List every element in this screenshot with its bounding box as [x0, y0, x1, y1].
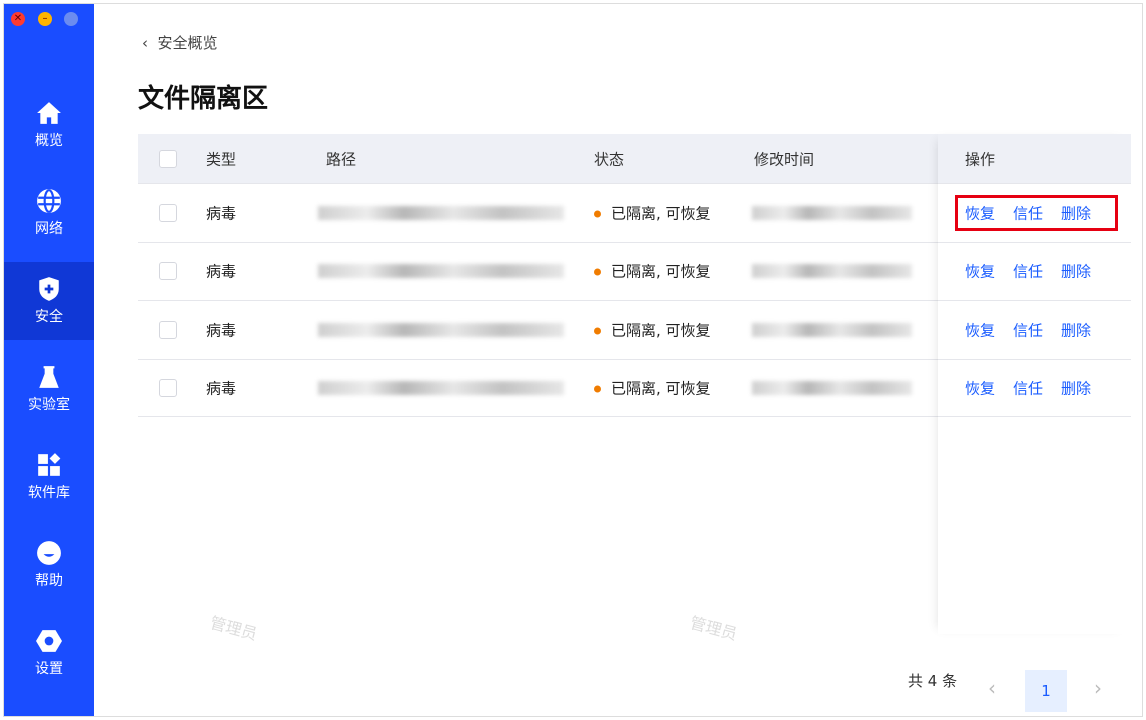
prev-page-button[interactable]: ‹ — [988, 676, 996, 700]
status-text: 已隔离, 可恢复 — [611, 321, 711, 340]
minimize-button[interactable]: – — [38, 12, 52, 26]
type-cell: 病毒 — [206, 204, 237, 223]
sidebar-item-3[interactable]: 实验室 — [4, 350, 94, 428]
modified-cell-redacted — [752, 205, 912, 220]
sidebar-item-5[interactable]: 帮助 — [4, 526, 94, 604]
globe-icon — [36, 188, 62, 214]
path-cell-redacted — [318, 205, 564, 220]
back-label: 安全概览 — [157, 34, 218, 52]
type-cell: 病毒 — [206, 321, 237, 340]
row-checkbox[interactable] — [159, 262, 177, 281]
sidebar-item-label: 帮助 — [35, 573, 63, 589]
status-cell: 已隔离, 可恢复 — [594, 261, 711, 282]
status-text: 已隔离, 可恢复 — [611, 262, 711, 281]
total-count: 共 4 条 — [908, 672, 958, 690]
chevron-left-icon: ‹ — [142, 34, 158, 52]
modified-cell-redacted — [752, 322, 912, 337]
apps-icon — [36, 452, 62, 478]
type-cell: 病毒 — [206, 379, 237, 398]
path-cell-redacted — [318, 322, 564, 337]
sidebar-item-label: 概览 — [35, 133, 63, 149]
zoom-button[interactable] — [64, 12, 78, 26]
status-dot-icon — [594, 327, 601, 335]
sidebar-item-label: 设置 — [35, 661, 63, 677]
page-1-button[interactable]: 1 — [1025, 670, 1067, 712]
path-cell-redacted — [318, 380, 564, 395]
row-checkbox[interactable] — [159, 378, 177, 397]
row-checkbox[interactable] — [159, 320, 177, 339]
sidebar-item-6[interactable]: 设置 — [4, 614, 94, 692]
modified-cell-redacted — [752, 380, 912, 395]
status-cell: 已隔离, 可恢复 — [594, 202, 711, 223]
gear-icon — [36, 628, 62, 654]
path-cell-redacted — [318, 264, 564, 279]
status-text: 已隔离, 可恢复 — [611, 204, 711, 223]
flask-icon — [36, 364, 62, 390]
sidebar: ✕ – 概览网络安全实验室软件库帮助设置 — [4, 4, 94, 716]
next-page-button[interactable]: › — [1094, 676, 1102, 700]
sidebar-item-label: 安全 — [35, 309, 63, 325]
status-dot-icon — [594, 210, 601, 218]
sidebar-item-label: 网络 — [35, 221, 63, 237]
sidebar-item-2[interactable]: 安全 — [4, 262, 94, 340]
page-title: 文件隔离区 — [138, 84, 269, 114]
highlight-box — [955, 195, 1118, 231]
status-cell: 已隔离, 可恢复 — [594, 319, 711, 340]
sidebar-item-label: 实验室 — [28, 397, 70, 413]
sidebar-item-0[interactable]: 概览 — [4, 86, 94, 164]
modified-cell-redacted — [752, 264, 912, 279]
sidebar-item-4[interactable]: 软件库 — [4, 438, 94, 516]
column-modified: 修改时间 — [754, 150, 815, 168]
close-button[interactable]: ✕ — [11, 12, 25, 26]
status-dot-icon — [594, 385, 601, 393]
shield-icon — [36, 276, 62, 302]
sidebar-item-label: 软件库 — [28, 485, 70, 501]
help-icon — [36, 540, 62, 566]
status-text: 已隔离, 可恢复 — [611, 379, 711, 398]
select-all-checkbox[interactable] — [159, 149, 177, 168]
status-dot-icon — [594, 268, 601, 276]
column-path: 路径 — [326, 150, 357, 168]
sidebar-item-1[interactable]: 网络 — [4, 174, 94, 252]
type-cell: 病毒 — [206, 262, 237, 281]
back-link[interactable]: ‹ 安全概览 — [142, 32, 218, 53]
column-status: 状态 — [594, 150, 625, 168]
home-icon — [36, 100, 62, 126]
column-type: 类型 — [206, 150, 237, 168]
row-checkbox[interactable] — [159, 203, 177, 222]
status-cell: 已隔离, 可恢复 — [594, 377, 711, 398]
